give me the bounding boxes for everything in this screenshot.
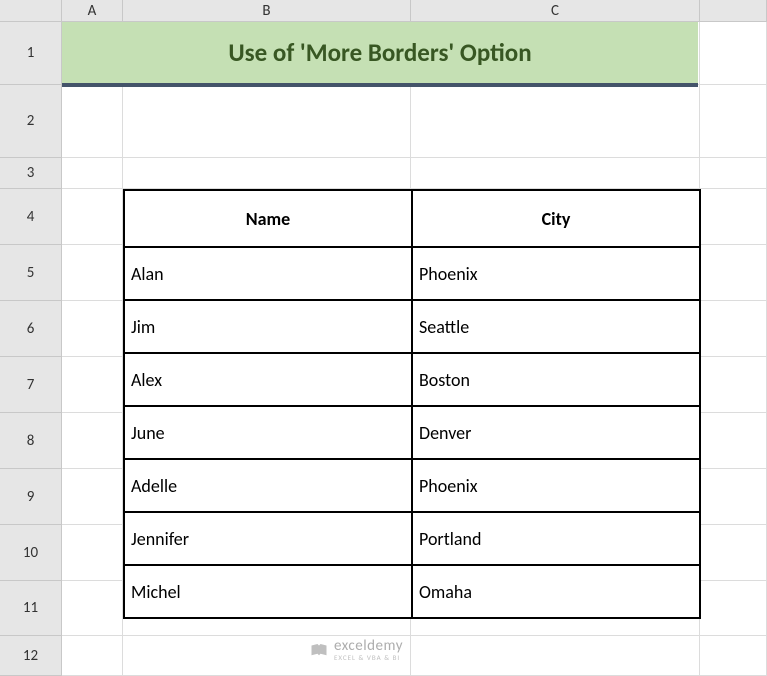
header-name[interactable]: Name xyxy=(124,190,412,247)
row-header-10[interactable]: 10 xyxy=(0,525,62,581)
cell[interactable]: Adelle xyxy=(124,459,412,512)
watermark: exceldemy EXCEL & VBA & BI xyxy=(310,637,403,662)
cell[interactable]: Alex xyxy=(124,353,412,406)
table-row[interactable]: AlexBoston xyxy=(124,353,700,406)
book-icon xyxy=(310,643,328,657)
col-header-corner[interactable] xyxy=(0,0,62,22)
cell[interactable]: Boston xyxy=(412,353,700,406)
row-header-3[interactable]: 3 xyxy=(0,158,62,189)
row-header-11[interactable]: 11 xyxy=(0,581,62,636)
cell[interactable]: Denver xyxy=(412,406,700,459)
cell[interactable]: Seattle xyxy=(412,300,700,353)
row-header-7[interactable]: 7 xyxy=(0,357,62,413)
table-row[interactable]: JenniferPortland xyxy=(124,512,700,565)
row-header-5[interactable]: 5 xyxy=(0,245,62,301)
col-header-corner[interactable] xyxy=(700,0,767,22)
cell[interactable]: June xyxy=(124,406,412,459)
cell[interactable]: Phoenix xyxy=(412,459,700,512)
row-header-1[interactable]: 1 xyxy=(0,22,62,85)
col-header-A[interactable]: A xyxy=(62,0,123,22)
title-cell[interactable]: Use of 'More Borders' Option xyxy=(62,22,698,87)
cell[interactable]: Phoenix xyxy=(412,247,700,300)
header-city[interactable]: City xyxy=(412,190,700,247)
table-row[interactable]: JuneDenver xyxy=(124,406,700,459)
spreadsheet-grid: ABC 123456789101112 Use of 'More Borders… xyxy=(0,0,767,676)
cell[interactable]: Jennifer xyxy=(124,512,412,565)
row-header-2[interactable]: 2 xyxy=(0,85,62,158)
table-row[interactable]: AlanPhoenix xyxy=(124,247,700,300)
row-header-9[interactable]: 9 xyxy=(0,469,62,525)
table-row[interactable]: MichelOmaha xyxy=(124,565,700,618)
col-header-C[interactable]: C xyxy=(411,0,700,22)
table-row[interactable]: JimSeattle xyxy=(124,300,700,353)
row-header-8[interactable]: 8 xyxy=(0,413,62,469)
col-header-B[interactable]: B xyxy=(123,0,411,22)
row-header-6[interactable]: 6 xyxy=(0,301,62,357)
table-header-row: Name City xyxy=(124,190,700,247)
cell[interactable]: Alan xyxy=(124,247,412,300)
row-header-12[interactable]: 12 xyxy=(0,636,62,676)
watermark-text: exceldemy EXCEL & VBA & BI xyxy=(334,637,403,662)
row-header-4[interactable]: 4 xyxy=(0,189,62,245)
cell[interactable]: Jim xyxy=(124,300,412,353)
data-table[interactable]: Name City AlanPhoenixJimSeattleAlexBosto… xyxy=(123,189,701,619)
title-text: Use of 'More Borders' Option xyxy=(228,37,531,68)
cell[interactable]: Omaha xyxy=(412,565,700,618)
cell[interactable]: Michel xyxy=(124,565,412,618)
cell[interactable]: Portland xyxy=(412,512,700,565)
table-row[interactable]: AdellePhoenix xyxy=(124,459,700,512)
